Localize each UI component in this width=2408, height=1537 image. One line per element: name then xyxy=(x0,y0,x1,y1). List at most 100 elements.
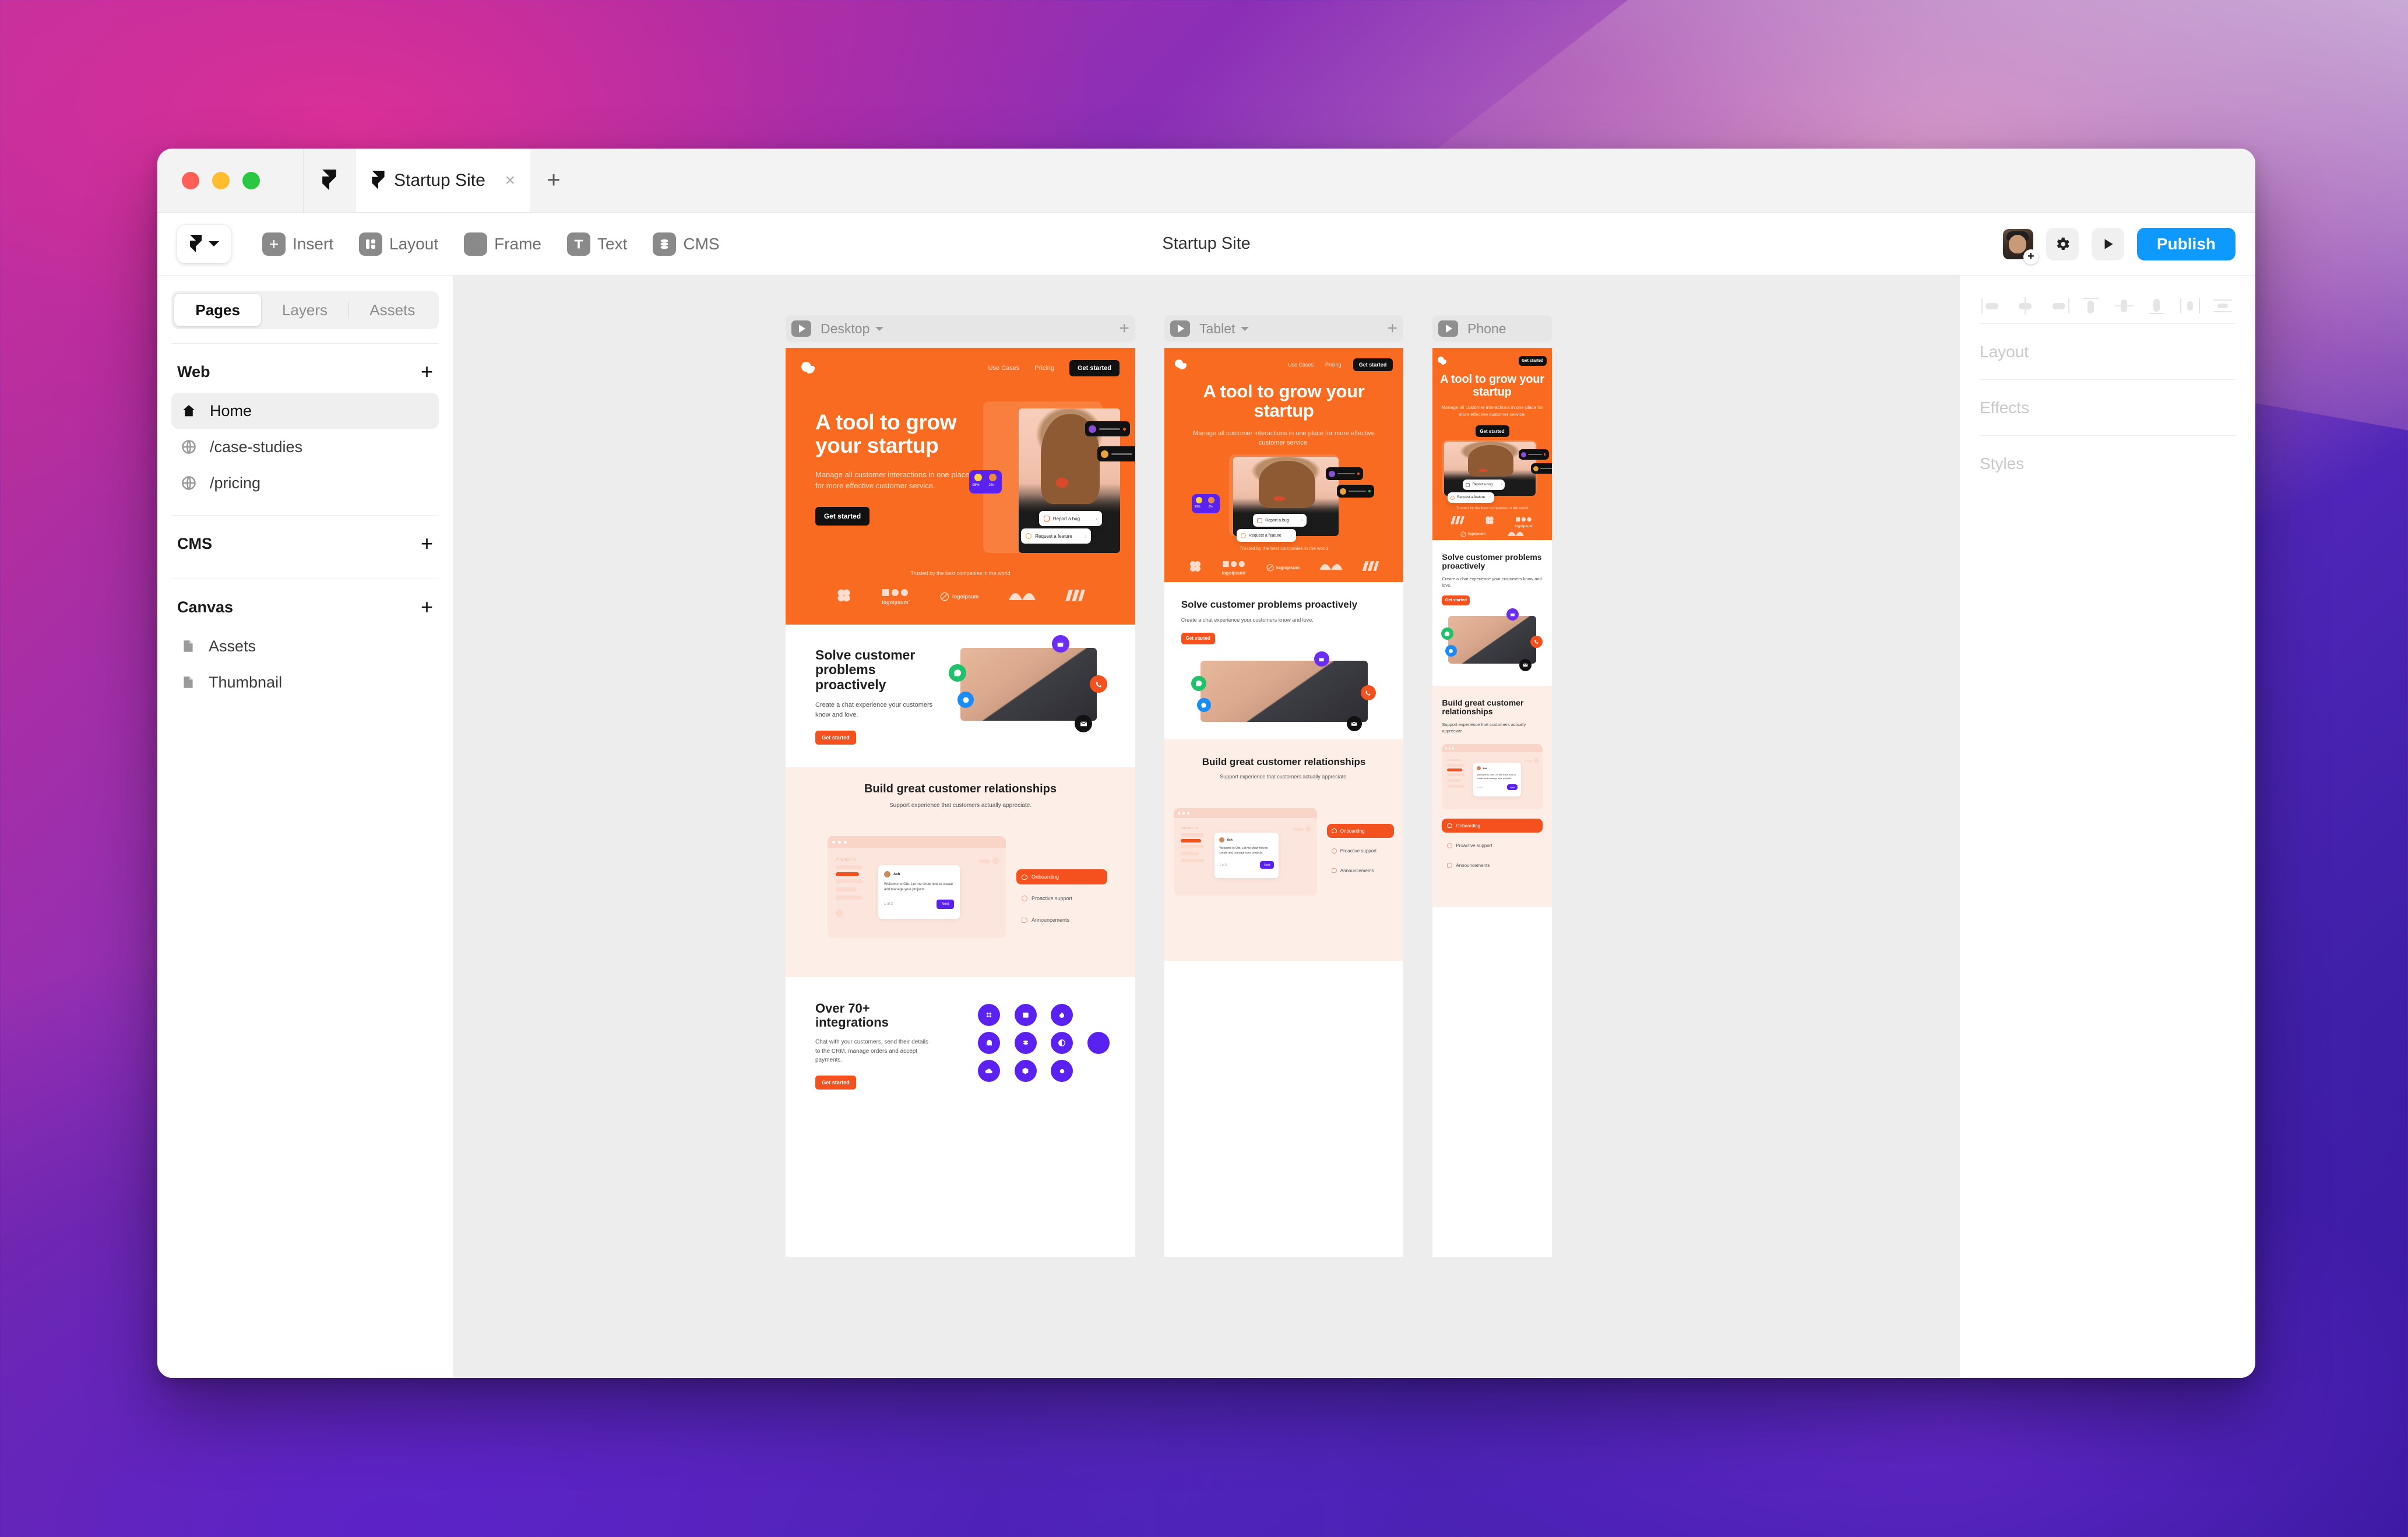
add-cms-collection-button[interactable]: + xyxy=(421,533,433,554)
layout-button[interactable]: Layout xyxy=(352,228,445,260)
nav-link-pricing[interactable]: Pricing xyxy=(1034,365,1054,372)
nav-cta-button[interactable]: Get started xyxy=(1518,355,1547,366)
cms-button[interactable]: CMS xyxy=(646,228,726,260)
browser-tab-label: Startup Site xyxy=(394,170,485,190)
align-left-icon[interactable] xyxy=(1980,296,2005,316)
sidebar-item-thumbnail[interactable]: Thumbnail xyxy=(171,664,439,700)
chevron-down-icon[interactable] xyxy=(875,326,884,331)
feature-proactive-support[interactable]: Proactive support xyxy=(1327,844,1394,858)
distribute-horizontal-icon[interactable] xyxy=(2177,296,2203,316)
chat-next-button[interactable]: Next xyxy=(1507,784,1518,790)
chip-request-a-feature[interactable]: Request a feature › xyxy=(1448,492,1495,503)
insert-button[interactable]: Insert xyxy=(255,228,340,260)
integration-icon-grid xyxy=(978,1004,1118,1082)
window-icon xyxy=(1051,635,1069,653)
sidebar-item-pricing[interactable]: /pricing xyxy=(171,465,439,501)
design-canvas[interactable]: Desktop + Use Cases Pricing Get started … xyxy=(453,276,1959,1378)
framer-menu-button[interactable] xyxy=(177,224,231,263)
add-canvas-item-button[interactable]: + xyxy=(421,597,433,618)
add-web-page-button[interactable]: + xyxy=(421,361,433,382)
chip-request-a-feature[interactable]: Request a feature › xyxy=(1236,529,1296,542)
play-icon[interactable] xyxy=(791,320,811,337)
align-bottom-icon[interactable] xyxy=(2144,296,2170,316)
frame-desktop[interactable]: Desktop + Use Cases Pricing Get started … xyxy=(786,315,1135,1257)
window-maximize-button[interactable] xyxy=(242,171,260,189)
solve-cta-button[interactable]: Get started xyxy=(815,730,856,745)
plus-icon[interactable]: + xyxy=(1387,320,1397,337)
frame-header-tablet[interactable]: Tablet + xyxy=(1164,315,1403,342)
feature-proactive-support[interactable]: Proactive support xyxy=(1442,838,1542,852)
framer-home-button[interactable] xyxy=(303,149,355,212)
nav-link-use-cases[interactable]: Use Cases xyxy=(988,365,1020,372)
frame-header-phone[interactable]: Phone xyxy=(1432,315,1552,342)
app-mock-titlebar xyxy=(1442,744,1543,752)
tab-layers[interactable]: Layers xyxy=(261,294,348,326)
align-right-icon[interactable] xyxy=(2046,296,2071,316)
build-feature-list: Onboarding Proactive support Announcemen… xyxy=(1016,869,1107,928)
chip-request-a-feature[interactable]: Request a feature › xyxy=(1021,528,1092,544)
section-layout[interactable]: Layout xyxy=(1980,323,2236,379)
frame-header-desktop[interactable]: Desktop + xyxy=(786,315,1135,342)
settings-button[interactable] xyxy=(2046,227,2079,260)
close-icon[interactable]: × xyxy=(505,171,515,189)
sidebar-item-case-studies[interactable]: /case-studies xyxy=(171,429,439,465)
frame-button[interactable]: Frame xyxy=(457,228,548,260)
nav-link-use-cases[interactable]: Use Cases xyxy=(1288,362,1314,368)
sentiment-negative-value: 2% xyxy=(988,484,994,487)
text-button[interactable]: Text xyxy=(560,228,634,260)
chat-next-button[interactable]: Next xyxy=(1260,861,1275,869)
plus-icon[interactable]: + xyxy=(2023,249,2039,265)
window-close-button[interactable] xyxy=(182,171,199,189)
frame-phone[interactable]: Phone Get started A tool to grow your st… xyxy=(1432,315,1552,1257)
hero-section: Use Cases Pricing Get started A tool to … xyxy=(786,348,1135,625)
chip-report-a-bug[interactable]: Report a bug › xyxy=(1463,480,1505,490)
chip-report-a-bug[interactable]: Report a bug › xyxy=(1038,511,1102,526)
play-icon[interactable] xyxy=(1170,320,1190,337)
section-effects[interactable]: Effects xyxy=(1980,379,2236,435)
feature-onboarding[interactable]: Onboarding xyxy=(1326,824,1394,838)
align-horizontal-center-icon[interactable] xyxy=(2012,296,2038,316)
tab-pages[interactable]: Pages xyxy=(174,294,262,326)
hero-copy: A tool to grow your startup Manage all c… xyxy=(1432,373,1552,438)
feature-onboarding[interactable]: Onboarding xyxy=(1442,819,1543,833)
section-styles[interactable]: Styles xyxy=(1980,435,2236,491)
window-minimize-button[interactable] xyxy=(212,171,230,189)
nav-cta-button[interactable]: Get started xyxy=(1069,360,1119,376)
feature-onboarding[interactable]: Onboarding xyxy=(1016,869,1107,884)
sidebar-item-home[interactable]: Home xyxy=(171,393,439,429)
feature-announcements[interactable]: Announcements xyxy=(1016,912,1107,928)
chevron-right-icon: › xyxy=(1096,516,1097,521)
build-body: Support experience that customers actual… xyxy=(889,802,1032,809)
cloud-icon xyxy=(978,1060,1000,1082)
tab-assets[interactable]: Assets xyxy=(349,294,436,326)
integrations-cta-button[interactable]: Get started xyxy=(815,1075,856,1090)
browser-tab-startup-site[interactable]: Startup Site × xyxy=(355,149,530,212)
feature-announcements[interactable]: Announcements xyxy=(1442,858,1542,872)
hero-cta-button[interactable]: Get started xyxy=(815,506,869,526)
sidebar-item-assets[interactable]: Assets xyxy=(171,628,439,664)
solve-cta-button[interactable]: Get started xyxy=(1181,632,1215,644)
avatar[interactable]: + xyxy=(2002,228,2039,265)
preview-button[interactable] xyxy=(2091,227,2124,260)
window-icon xyxy=(1506,608,1519,621)
angry-face-emoji xyxy=(988,474,997,481)
chevron-down-icon[interactable] xyxy=(1241,326,1249,331)
play-icon[interactable] xyxy=(1438,320,1458,337)
distribute-vertical-icon[interactable] xyxy=(2210,296,2236,316)
chip-report-a-bug[interactable]: Report a bug › xyxy=(1253,514,1307,527)
plus-icon[interactable]: + xyxy=(1119,320,1129,337)
nav-link-pricing[interactable]: Pricing xyxy=(1325,362,1342,368)
gear-icon xyxy=(2057,237,2069,250)
solve-cta-button[interactable]: Get started xyxy=(1442,595,1470,606)
nav-cta-button[interactable]: Get started xyxy=(1353,358,1393,371)
new-tab-button[interactable]: + xyxy=(530,149,577,212)
chat-next-button[interactable]: Next xyxy=(937,900,954,909)
align-vertical-center-icon[interactable] xyxy=(2111,296,2137,316)
hero-cta-button[interactable]: Get started xyxy=(1475,425,1509,438)
align-top-icon[interactable] xyxy=(2078,296,2104,316)
frame-tablet[interactable]: Tablet + Use Cases Pricing Get started A… xyxy=(1164,315,1403,1257)
feature-proactive-support[interactable]: Proactive support xyxy=(1016,891,1107,906)
solve-section: Solve customer problems proactively Crea… xyxy=(786,625,1135,767)
publish-button[interactable]: Publish xyxy=(2136,227,2236,260)
feature-announcements[interactable]: Announcements xyxy=(1327,863,1394,877)
